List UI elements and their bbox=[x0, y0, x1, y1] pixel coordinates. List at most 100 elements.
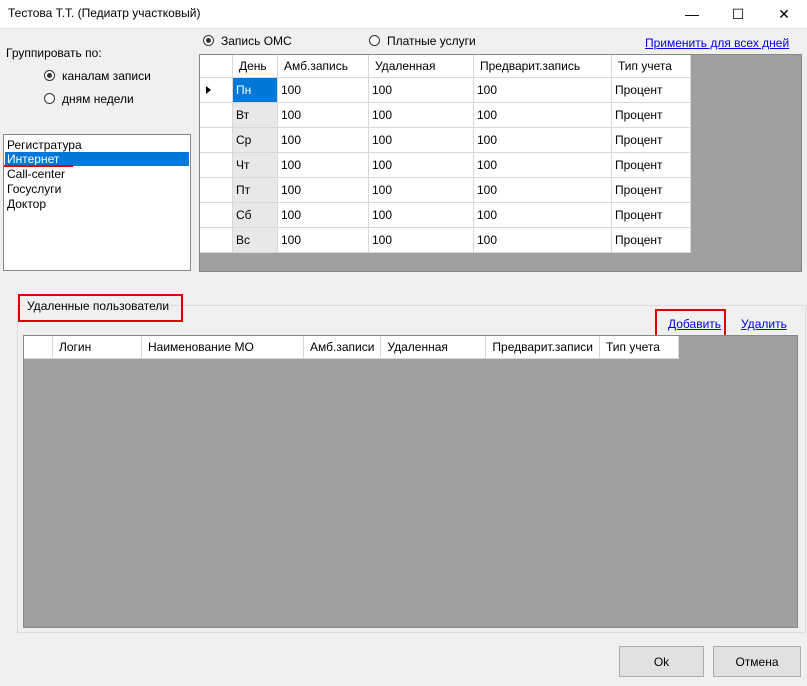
day-cell[interactable]: Вт bbox=[232, 102, 278, 128]
remote-cell[interactable]: 100 bbox=[368, 77, 474, 103]
channel-item-call-center[interactable]: Call-center bbox=[5, 167, 189, 181]
radio-unchecked-icon bbox=[44, 93, 55, 104]
channel-item-gosuslugi[interactable]: Госуслуги bbox=[5, 182, 189, 196]
ok-button[interactable]: Ok bbox=[619, 646, 704, 677]
add-user-link[interactable]: Добавить bbox=[668, 317, 721, 331]
column-header-accounting[interactable]: Тип учета bbox=[599, 336, 679, 359]
row-header-corner bbox=[24, 336, 53, 359]
column-header-mo-name[interactable]: Наименование МО bbox=[141, 336, 304, 359]
close-button[interactable]: ✕ bbox=[761, 0, 807, 28]
accounting-cell[interactable]: Процент bbox=[611, 102, 691, 128]
oms-label: Запись ОМС bbox=[221, 34, 292, 48]
row-selector[interactable] bbox=[200, 227, 233, 253]
remote-users-header-row: Логин Наименование МО Амб.записи Удаленн… bbox=[24, 336, 679, 359]
channel-item-internet[interactable]: Интернет bbox=[5, 152, 189, 166]
amb-cell[interactable]: 100 bbox=[277, 127, 369, 153]
row-selector[interactable] bbox=[200, 102, 233, 128]
table-row[interactable]: Вс 100 100 100 Процент bbox=[200, 227, 691, 253]
column-header-remote[interactable]: Удаленная bbox=[368, 55, 474, 78]
day-cell[interactable]: Сб bbox=[232, 202, 278, 228]
maximize-button[interactable]: ☐ bbox=[715, 0, 761, 28]
row-selector[interactable] bbox=[200, 152, 233, 178]
radio-checked-icon bbox=[44, 70, 55, 81]
delete-user-link[interactable]: Удалить bbox=[741, 317, 787, 331]
oms-radio[interactable]: Запись ОМС bbox=[203, 34, 313, 50]
remote-users-table: Логин Наименование МО Амб.записи Удаленн… bbox=[24, 336, 679, 359]
group-by-weekday-radio[interactable]: дням недели bbox=[44, 92, 184, 108]
accounting-cell[interactable]: Процент bbox=[611, 227, 691, 253]
day-cell[interactable]: Вс bbox=[232, 227, 278, 253]
remote-users-grid[interactable]: Логин Наименование МО Амб.записи Удаленн… bbox=[23, 335, 798, 628]
remote-cell[interactable]: 100 bbox=[368, 127, 474, 153]
prelim-cell[interactable]: 100 bbox=[473, 127, 612, 153]
group-by-channel-label: каналам записи bbox=[62, 69, 151, 83]
prelim-cell[interactable]: 100 bbox=[473, 227, 612, 253]
group-by-channel-radio[interactable]: каналам записи bbox=[44, 69, 184, 85]
remote-cell[interactable]: 100 bbox=[368, 227, 474, 253]
channel-item-doctor[interactable]: Доктор bbox=[5, 197, 189, 211]
column-header-prelim[interactable]: Предварит.запись bbox=[473, 55, 612, 78]
amb-cell[interactable]: 100 bbox=[277, 102, 369, 128]
prelim-cell[interactable]: 100 bbox=[473, 77, 612, 103]
column-header-accounting[interactable]: Тип учета bbox=[611, 55, 691, 78]
row-selector[interactable] bbox=[200, 177, 233, 203]
accounting-cell[interactable]: Процент bbox=[611, 177, 691, 203]
prelim-cell[interactable]: 100 bbox=[473, 152, 612, 178]
row-selector[interactable] bbox=[200, 127, 233, 153]
accounting-cell[interactable]: Процент bbox=[611, 202, 691, 228]
maximize-icon: ☐ bbox=[731, 5, 745, 22]
day-cell[interactable]: Чт bbox=[232, 152, 278, 178]
column-header-login[interactable]: Логин bbox=[52, 336, 142, 359]
group-by-weekday-label: дням недели bbox=[62, 92, 134, 106]
remote-users-title: Удаленные пользователи bbox=[25, 299, 172, 313]
radio-unchecked-icon bbox=[369, 35, 380, 46]
apply-all-days-link[interactable]: Применить для всех дней bbox=[645, 36, 789, 50]
remote-cell[interactable]: 100 bbox=[368, 102, 474, 128]
titlebar-divider bbox=[0, 28, 807, 29]
quota-header-row: День Амб.запись Удаленная Предварит.запи… bbox=[200, 55, 691, 78]
prelim-cell[interactable]: 100 bbox=[473, 202, 612, 228]
column-header-remote[interactable]: Удаленная bbox=[380, 336, 487, 359]
cancel-button[interactable]: Отмена bbox=[713, 646, 801, 677]
amb-cell[interactable]: 100 bbox=[277, 177, 369, 203]
window-title: Тестова Т.Т. (Педиатр участковый) bbox=[8, 6, 201, 20]
amb-cell[interactable]: 100 bbox=[277, 202, 369, 228]
accounting-cell[interactable]: Процент bbox=[611, 152, 691, 178]
remote-cell[interactable]: 100 bbox=[368, 152, 474, 178]
channel-item-registry[interactable]: Регистратура bbox=[5, 138, 189, 152]
quota-grid[interactable]: День Амб.запись Удаленная Предварит.запи… bbox=[199, 54, 802, 272]
accounting-cell[interactable]: Процент bbox=[611, 77, 691, 103]
day-cell[interactable]: Ср bbox=[232, 127, 278, 153]
column-header-day[interactable]: День bbox=[232, 55, 278, 78]
accounting-cell[interactable]: Процент bbox=[611, 127, 691, 153]
table-row[interactable]: Сб 100 100 100 Процент bbox=[200, 202, 691, 228]
row-selector[interactable] bbox=[200, 77, 233, 103]
table-row[interactable]: Пн 100 100 100 Процент bbox=[200, 77, 691, 103]
remote-cell[interactable]: 100 bbox=[368, 202, 474, 228]
column-header-amb[interactable]: Амб.запись bbox=[277, 55, 369, 78]
radio-checked-icon bbox=[203, 35, 214, 46]
paid-services-radio[interactable]: Платные услуги bbox=[369, 34, 499, 50]
close-icon: ✕ bbox=[778, 5, 790, 22]
prelim-cell[interactable]: 100 bbox=[473, 177, 612, 203]
amb-cell[interactable]: 100 bbox=[277, 77, 369, 103]
table-row[interactable]: Вт 100 100 100 Процент bbox=[200, 102, 691, 128]
current-row-arrow-icon bbox=[206, 86, 211, 94]
row-selector[interactable] bbox=[200, 202, 233, 228]
day-cell[interactable]: Пт bbox=[232, 177, 278, 203]
column-header-amb[interactable]: Амб.записи bbox=[303, 336, 382, 359]
table-row[interactable]: Пт 100 100 100 Процент bbox=[200, 177, 691, 203]
remote-cell[interactable]: 100 bbox=[368, 177, 474, 203]
prelim-cell[interactable]: 100 bbox=[473, 102, 612, 128]
row-header-corner bbox=[200, 55, 233, 78]
amb-cell[interactable]: 100 bbox=[277, 152, 369, 178]
grouping-label: Группировать по: bbox=[6, 46, 102, 60]
paid-services-label: Платные услуги bbox=[387, 34, 476, 48]
column-header-prelim[interactable]: Предварит.записи bbox=[485, 336, 600, 359]
table-row[interactable]: Чт 100 100 100 Процент bbox=[200, 152, 691, 178]
day-cell[interactable]: Пн bbox=[232, 77, 278, 103]
amb-cell[interactable]: 100 bbox=[277, 227, 369, 253]
minimize-button[interactable]: — bbox=[669, 0, 715, 28]
table-row[interactable]: Ср 100 100 100 Процент bbox=[200, 127, 691, 153]
channels-listbox[interactable]: Регистратура Интернет Call-center Госусл… bbox=[3, 134, 191, 271]
